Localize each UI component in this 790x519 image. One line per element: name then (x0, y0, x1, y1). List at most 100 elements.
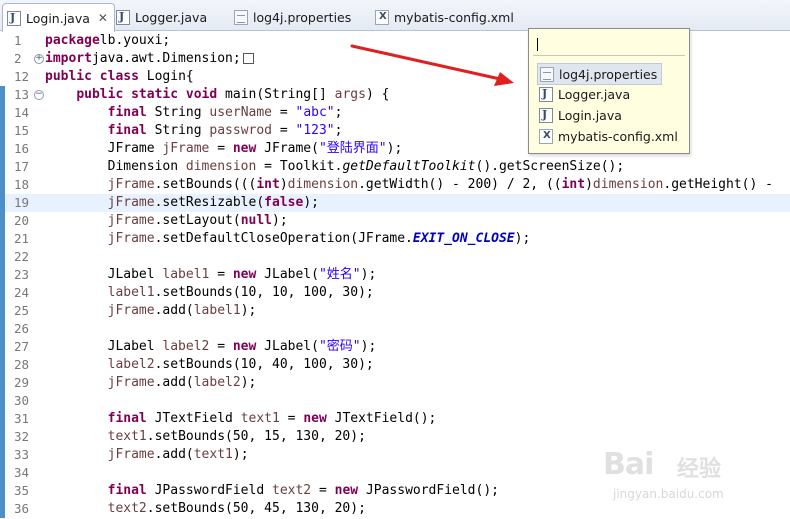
line-number: 36 (14, 501, 30, 516)
code-token: final (107, 105, 147, 120)
code-token: jFrame (107, 303, 155, 318)
code-line[interactable]: 24 label1.setBounds(10, 10, 100, 30); (0, 284, 790, 302)
code-text: JLabel label1 = new JLabel("姓名"); (45, 266, 377, 284)
code-text: label1.setBounds(10, 10, 100, 30); (45, 284, 374, 302)
code-line[interactable]: 27 JLabel label2 = new JLabel("密码"); (0, 338, 790, 356)
code-token: = (272, 105, 296, 120)
code-token: getDefaultToolkit (342, 159, 476, 174)
change-marker (0, 482, 5, 500)
watermark: Bai 经验 jingyan.baidu.com (603, 447, 753, 511)
change-marker (0, 86, 5, 104)
code-token: .setBounds(50, 45, 130, 20); (146, 501, 366, 516)
code-text: final String passwrod = "123"; (45, 122, 343, 140)
code-line[interactable]: 32 text1.setBounds(50, 15, 130, 20); (0, 428, 790, 446)
tab-login-java[interactable]: Login.java ✕ (2, 3, 115, 32)
filter-input[interactable] (533, 33, 685, 56)
change-marker (0, 320, 5, 338)
line-number: 12 (14, 69, 30, 84)
code-line[interactable]: 21 jFrame.setDefaultCloseOperation(JFram… (0, 230, 790, 248)
line-number: 28 (14, 357, 30, 372)
code-token: .setBounds(50, 15, 130, 20); (146, 429, 366, 444)
code-token: main(String[] (217, 87, 335, 102)
code-token: .setBounds(10, 40, 100, 30); (154, 357, 374, 372)
code-token: jFrame (107, 447, 155, 462)
code-token: JFrame (45, 141, 163, 156)
code-token: jFrame (107, 375, 155, 390)
code-token: dimension (287, 177, 359, 192)
code-token: ); (272, 213, 288, 228)
tab-log4j-properties[interactable]: log4j.properties (234, 4, 351, 30)
code-token: int (561, 177, 586, 192)
code-token: .setDefaultCloseOperation(JFrame. (154, 231, 413, 246)
change-marker (0, 122, 5, 140)
code-token: ); (514, 231, 531, 246)
fold-expand-icon[interactable]: + (34, 54, 44, 64)
code-line[interactable]: 20 jFrame.setLayout(null); (0, 212, 790, 230)
line-number: 30 (14, 393, 30, 408)
code-line[interactable]: 29 jFrame.add(label2); (0, 374, 790, 392)
code-line[interactable]: 31 final JTextField text1 = new JTextFie… (0, 410, 790, 428)
code-line[interactable]: 19 jFrame.setResizable(false); (0, 194, 790, 212)
change-marker (0, 464, 5, 482)
code-line[interactable]: 25 jFrame.add(label1); (0, 302, 790, 320)
collapsed-imports-icon[interactable] (242, 53, 254, 64)
code-token: void (185, 87, 218, 102)
code-line[interactable]: 22 (0, 248, 790, 266)
code-token: JLabel( (256, 267, 319, 282)
text-caret (537, 38, 538, 51)
popup-item-login-java[interactable]: Login.java (537, 105, 626, 125)
code-token: ) (279, 177, 288, 192)
code-token: ); (386, 141, 403, 156)
close-icon[interactable]: ✕ (98, 11, 108, 25)
code-line[interactable]: 23 JLabel label1 = new JLabel("姓名"); (0, 266, 790, 284)
code-text: public class Login{ (45, 68, 194, 86)
change-marker (0, 158, 5, 176)
code-token: label2 (107, 357, 155, 372)
line-number: 19 (14, 195, 30, 210)
code-token: ; (334, 105, 343, 120)
popup-item-logger-java[interactable]: Logger.java (537, 84, 634, 104)
code-line[interactable]: 28 label2.setBounds(10, 40, 100, 30); (0, 356, 790, 374)
code-token: .add( (154, 375, 194, 390)
tab-logger-java[interactable]: Logger.java (116, 4, 207, 30)
code-token: import (45, 51, 92, 66)
code-token: args (334, 87, 366, 102)
code-line[interactable]: 30 (0, 392, 790, 410)
java-file-icon (539, 107, 553, 123)
code-line[interactable]: 17 Dimension dimension = Toolkit.getDefa… (0, 158, 790, 176)
line-number: 18 (14, 177, 30, 192)
change-marker (0, 212, 5, 230)
popup-item-mybatis-config-xml[interactable]: mybatis-config.xml (537, 126, 682, 146)
tab-label: Login.java (26, 10, 90, 26)
code-token: label1 (193, 303, 241, 318)
code-token: jFrame (107, 177, 155, 192)
code-token: ); (360, 339, 377, 354)
code-token: text2 (107, 501, 147, 516)
fold-collapse-icon[interactable]: − (34, 90, 44, 100)
watermark-url: jingyan.baidu.com (613, 487, 724, 501)
tab-mybatis-config-xml[interactable]: mybatis-config.xml (375, 4, 514, 30)
code-line[interactable]: 18 jFrame.setBounds(((int)dimension.getW… (0, 176, 790, 194)
change-marker (0, 410, 5, 428)
code-token: public (76, 87, 124, 102)
popup-item-log4j-properties[interactable]: log4j.properties (537, 63, 663, 85)
code-token: ); (240, 303, 257, 318)
change-marker (0, 266, 5, 284)
code-text: Dimension dimension = Toolkit.getDefault… (45, 158, 625, 176)
code-token: public (45, 69, 92, 84)
change-marker (0, 500, 5, 518)
code-line[interactable]: 26 (0, 320, 790, 338)
properties-file-icon (540, 66, 554, 82)
java-file-icon (7, 10, 21, 26)
code-token: ); (303, 195, 319, 210)
line-number: 35 (14, 483, 30, 498)
code-text: final String userName = "abc"; (45, 104, 343, 122)
code-text: text2.setBounds(50, 45, 130, 20); (45, 500, 366, 518)
line-number: 14 (14, 105, 30, 120)
code-text: jFrame.add(text1); (45, 446, 249, 464)
